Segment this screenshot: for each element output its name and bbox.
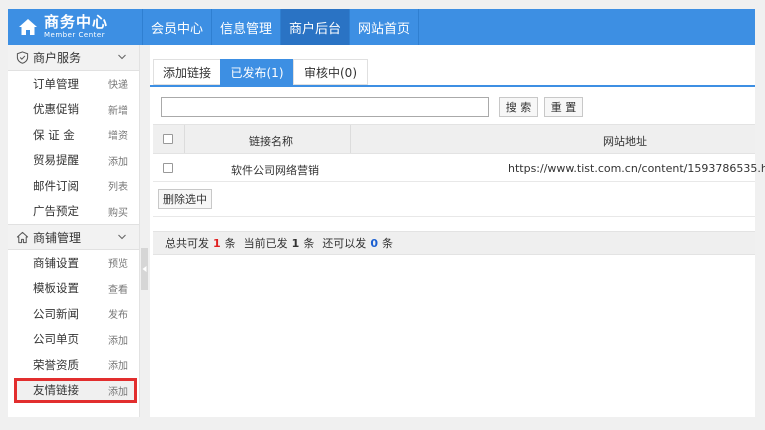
summary-unit: 条 — [224, 237, 236, 250]
tab-under-review[interactable]: 审核中(0) — [293, 59, 368, 85]
reset-button[interactable]: 重 置 — [544, 97, 583, 117]
summary-remaining-count: 0 — [370, 236, 378, 250]
sidebar-item-email-subscription[interactable]: 邮件订阅 列表 — [8, 173, 139, 199]
caret-left-icon — [142, 266, 147, 272]
summary-remaining-label: 还可以发 — [322, 237, 367, 250]
top-header: 商务中心 Member Center 会员中心 信息管理 商户后台 网站首页 — [8, 9, 755, 45]
nav-merchant-backend[interactable]: 商户后台 — [281, 9, 350, 45]
tab-published[interactable]: 已发布(1) — [220, 59, 294, 85]
search-button[interactable]: 搜 索 — [499, 97, 538, 117]
sidebar-item-action[interactable]: 添加 — [108, 153, 128, 168]
table-row: 软件公司网络营销 https://www.tist.com.cn/content… — [153, 154, 765, 182]
sidebar-item-shop-settings[interactable]: 商铺设置 预览 — [8, 250, 139, 276]
brand-logo[interactable]: 商务中心 Member Center — [8, 9, 142, 45]
sidebar-item-order-management[interactable]: 订单管理 快递 — [8, 71, 139, 97]
search-input[interactable] — [161, 97, 489, 117]
sidebar-item-action[interactable]: 预览 — [108, 255, 128, 270]
sidebar-item-honors[interactable]: 荣誉资质 添加 — [8, 352, 139, 378]
sidebar-item-label: 广告预定 — [33, 204, 79, 219]
sidebar-item-action[interactable]: 购买 — [108, 204, 128, 219]
nav-info-management[interactable]: 信息管理 — [212, 9, 281, 45]
sidebar-item-label: 公司新闻 — [33, 306, 79, 321]
sidebar-item-action[interactable]: 发布 — [108, 306, 128, 321]
brand-subtitle: Member Center — [44, 31, 106, 39]
select-all-checkbox[interactable] — [163, 134, 173, 144]
sidebar-item-action[interactable]: 列表 — [108, 178, 128, 193]
sidebar-item-action[interactable]: 新增 — [108, 102, 128, 117]
sidebar-item-action[interactable]: 快递 — [108, 76, 128, 91]
nav-website-home[interactable]: 网站首页 — [350, 9, 419, 45]
sidebar-collapse-handle[interactable] — [141, 248, 148, 290]
sidebar: 商户服务 订单管理 快递 优惠促销 新增 保 证 金增资 贸易提醒 添加 邮件订阅 列表… — [8, 45, 140, 417]
sidebar-item-label: 友情链接 — [33, 383, 79, 398]
link-name-cell: 软件公司网络营销 — [231, 164, 319, 177]
delete-selected-button[interactable]: 删除选中 — [158, 189, 212, 209]
table-header: 链接名称 网站地址 — [153, 124, 755, 154]
sidebar-group-title: 商户服务 — [33, 51, 82, 65]
column-divider — [184, 125, 185, 153]
quota-summary: 总共可发 1 条 当前已发 1 条 还可以发 0 条 — [153, 231, 755, 255]
summary-published-label: 当前已发 — [243, 237, 288, 250]
sidebar-item-trade-alerts[interactable]: 贸易提醒 添加 — [8, 148, 139, 174]
column-header-link-name: 链接名称 — [249, 135, 293, 148]
summary-published-count: 1 — [291, 236, 300, 250]
sidebar-item-label: 保 证 金 — [33, 127, 75, 142]
sidebar-item-friend-links[interactable]: 友情链接 添加 — [14, 377, 137, 403]
tab-bar: 添加链接 已发布(1) 审核中(0) — [153, 59, 368, 85]
shield-check-icon — [16, 51, 29, 64]
sidebar-item-promotions[interactable]: 优惠促销 新增 — [8, 97, 139, 123]
tab-add-link[interactable]: 添加链接 — [153, 59, 221, 85]
row-checkbox[interactable] — [163, 163, 173, 173]
sidebar-item-action[interactable]: 添加 — [108, 357, 128, 372]
sidebar-item-action[interactable]: 增资 — [108, 127, 128, 142]
nav-member-center[interactable]: 会员中心 — [143, 9, 212, 45]
bulk-actions: 删除选中 — [153, 183, 755, 217]
sidebar-group-merchant-services[interactable]: 商户服务 — [8, 45, 139, 71]
sidebar-item-label: 优惠促销 — [33, 102, 79, 117]
home-outline-icon — [16, 231, 29, 243]
sidebar-item-label: 贸易提醒 — [33, 153, 79, 168]
main-nav: 会员中心 信息管理 商户后台 网站首页 — [142, 9, 419, 45]
sidebar-item-action[interactable]: 查看 — [108, 281, 128, 296]
main-content: 添加链接 已发布(1) 审核中(0) 搜 索 重 置 链接名称 网站地址 软件公… — [150, 45, 765, 417]
column-divider — [350, 125, 351, 153]
sidebar-item-company-page[interactable]: 公司单页 添加 — [8, 327, 139, 353]
brand-title: 商务中心 — [44, 13, 109, 31]
tab-underline — [150, 85, 755, 87]
sidebar-item-action[interactable]: 添加 — [108, 383, 128, 398]
summary-total-count: 1 — [213, 236, 221, 250]
sidebar-item-template-settings[interactable]: 模板设置 查看 — [8, 276, 139, 302]
sidebar-group-shop-management[interactable]: 商铺管理 — [8, 224, 139, 250]
home-icon — [19, 19, 37, 35]
sidebar-item-ad-booking[interactable]: 广告预定 购买 — [8, 199, 139, 225]
sidebar-item-company-news[interactable]: 公司新闻 发布 — [8, 301, 139, 327]
sidebar-item-label: 订单管理 — [33, 76, 79, 91]
website-url-cell[interactable]: https://www.tist.com.cn/content/15937865… — [508, 162, 765, 175]
sidebar-item-label: 模板设置 — [33, 281, 79, 296]
sidebar-item-label: 荣誉资质 — [33, 357, 79, 372]
chevron-down-icon — [118, 234, 126, 240]
sidebar-item-label: 商铺设置 — [33, 255, 79, 270]
sidebar-item-label: 公司单页 — [33, 332, 79, 347]
sidebar-item-deposit[interactable]: 保 证 金 增资 — [8, 122, 139, 148]
summary-total-label: 总共可发 — [165, 237, 209, 250]
summary-unit: 条 — [381, 237, 393, 250]
sidebar-item-action[interactable]: 添加 — [108, 332, 128, 347]
column-header-website-url: 网站地址 — [603, 135, 647, 148]
summary-unit: 条 — [303, 237, 315, 250]
sidebar-item-label: 邮件订阅 — [33, 178, 79, 193]
chevron-down-icon — [118, 54, 126, 60]
sidebar-group-title: 商铺管理 — [33, 230, 82, 245]
